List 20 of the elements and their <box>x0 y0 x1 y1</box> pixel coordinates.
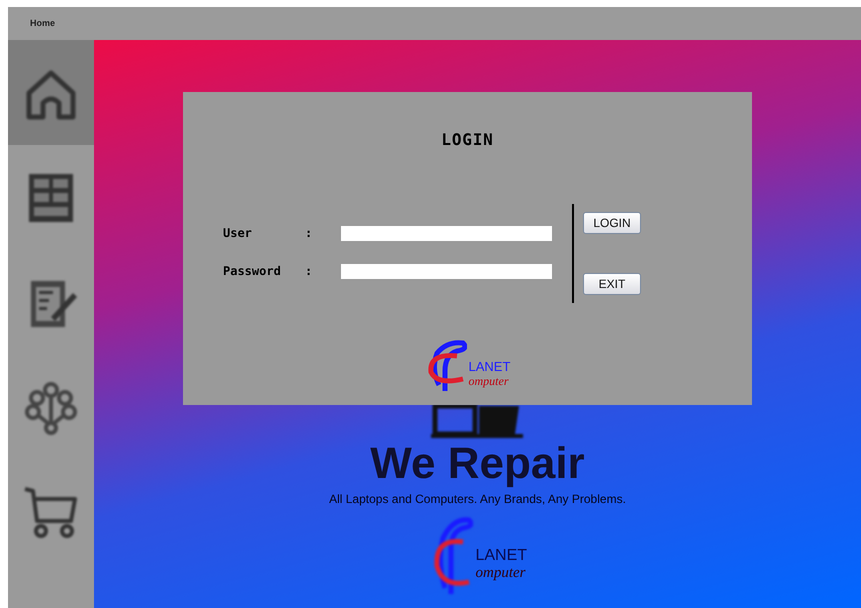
colon-separator: : <box>305 263 314 280</box>
cart-icon <box>23 484 79 540</box>
input-field[interactable] <box>341 226 552 240</box>
headline: We Repair <box>370 440 585 488</box>
sidebar-item[interactable] <box>8 40 94 145</box>
menu-item[interactable]: Home <box>30 16 56 30</box>
logo-text: LANET <box>475 548 528 564</box>
tagline: All Laptops and Computers. Any Brands, Any Problems. <box>329 491 626 508</box>
logo-text: omputer <box>475 566 526 581</box>
logo-text: omputer <box>468 374 508 387</box>
colon-separator: : <box>305 225 314 242</box>
laptop-icon <box>431 404 524 438</box>
dialog-button[interactable]: LOGIN <box>583 212 641 234</box>
network-icon <box>23 380 79 436</box>
dialog-button[interactable]: EXIT <box>583 273 641 295</box>
input-field[interactable] <box>341 264 552 278</box>
logo-text: LANET <box>468 360 510 373</box>
dialog-title: LOGIN <box>441 129 494 151</box>
field-label: User <box>223 225 253 242</box>
field-label: Password <box>223 263 282 280</box>
